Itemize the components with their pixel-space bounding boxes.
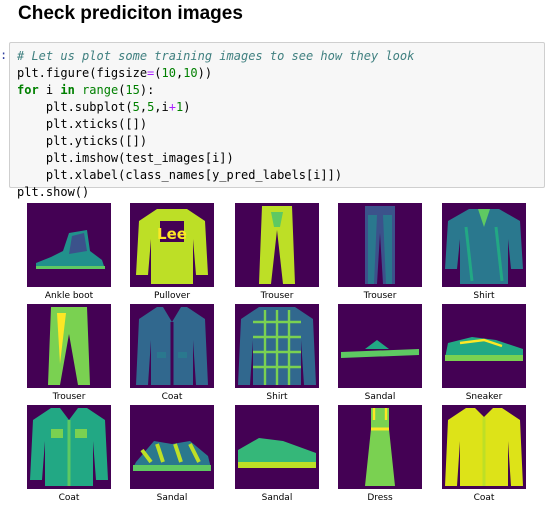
image-cell: Dress bbox=[338, 405, 422, 505]
pullover-icon: Lee bbox=[130, 203, 214, 287]
image-cell: Sneaker bbox=[442, 304, 526, 404]
prediction-label: Sandal bbox=[364, 392, 396, 402]
svg-text:Lee: Lee bbox=[157, 225, 187, 243]
prediction-label: Shirt bbox=[473, 291, 495, 301]
trouser-icon bbox=[27, 304, 111, 388]
code-line-figure: plt.figure(figsize=(10,10)) bbox=[17, 66, 213, 80]
shirt-icon bbox=[442, 203, 526, 287]
section-heading: Check prediciton images bbox=[18, 3, 243, 24]
prediction-label: Trouser bbox=[260, 291, 294, 301]
image-cell: Sandal bbox=[235, 405, 319, 505]
prediction-label: Trouser bbox=[52, 392, 86, 402]
code-line-comment: # Let us plot some training images to se… bbox=[17, 49, 415, 63]
sandal-icon bbox=[130, 405, 214, 489]
prediction-label: Sandal bbox=[261, 493, 293, 503]
prediction-label: Sandal bbox=[156, 493, 188, 503]
image-cell: Ankle boot bbox=[27, 203, 111, 303]
prediction-label: Coat bbox=[473, 493, 495, 503]
image-cell: Trouser bbox=[235, 203, 319, 303]
sandal-icon bbox=[338, 304, 422, 388]
ankle-boot-icon bbox=[27, 203, 111, 287]
coat-icon bbox=[27, 405, 111, 489]
prediction-label: Sneaker bbox=[465, 392, 503, 402]
image-cell: Shirt bbox=[442, 203, 526, 303]
code-line-subplot: plt.subplot(5,5,i+1) bbox=[17, 100, 191, 114]
prediction-label: Dress bbox=[367, 493, 393, 503]
prediction-label: Trouser bbox=[363, 291, 397, 301]
trouser-icon bbox=[235, 203, 319, 287]
image-cell: Trouser bbox=[338, 203, 422, 303]
prediction-label: Shirt bbox=[266, 392, 288, 402]
code-line-imshow: plt.imshow(test_images[i]) bbox=[17, 151, 234, 165]
prediction-label: Coat bbox=[161, 392, 183, 402]
image-cell: Sandal bbox=[130, 405, 214, 505]
shoe-icon bbox=[235, 405, 319, 489]
image-cell: Coat bbox=[442, 405, 526, 505]
coat-icon bbox=[130, 304, 214, 388]
prediction-label: Ankle boot bbox=[44, 291, 94, 301]
plaid-shirt-icon bbox=[235, 304, 319, 388]
code-cell[interactable]: # Let us plot some training images to se… bbox=[9, 42, 545, 199]
code-line-yticks: plt.yticks([]) bbox=[17, 134, 148, 148]
code-line-xlabel: plt.xlabel(class_names[y_pred_labels[i]]… bbox=[17, 168, 343, 182]
image-cell: Shirt bbox=[235, 304, 319, 404]
prediction-label: Coat bbox=[58, 493, 80, 503]
image-cell: Trouser bbox=[27, 304, 111, 404]
prediction-label: Pullover bbox=[153, 291, 191, 301]
image-cell: Sandal bbox=[338, 304, 422, 404]
cell-prompt: : bbox=[0, 48, 8, 62]
image-cell: Lee Pullover bbox=[130, 203, 214, 303]
coat-icon bbox=[442, 405, 526, 489]
code-line-xticks: plt.xticks([]) bbox=[17, 117, 148, 131]
image-cell: Coat bbox=[27, 405, 111, 505]
dress-icon bbox=[338, 405, 422, 489]
trouser-icon bbox=[338, 203, 422, 287]
image-cell: Coat bbox=[130, 304, 214, 404]
sneaker-icon bbox=[442, 304, 526, 388]
code-line-for: for i in range(15): bbox=[17, 83, 155, 97]
plot-output: Ankle boot Lee Pullover Trouser Trouser bbox=[0, 196, 547, 508]
